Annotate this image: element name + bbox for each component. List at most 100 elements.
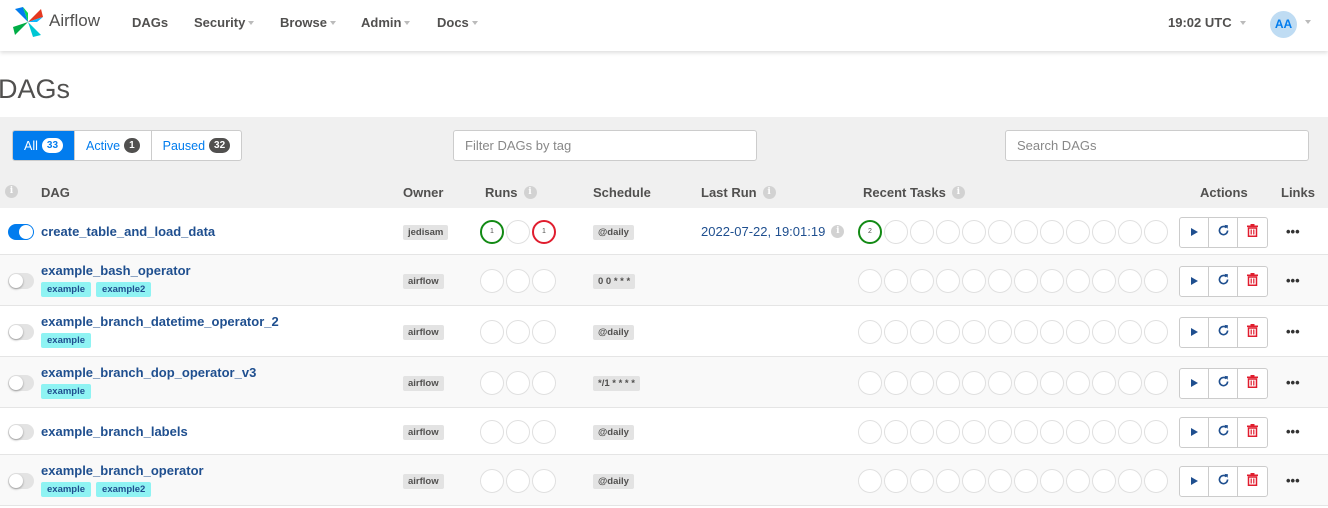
task-state-circle[interactable] bbox=[1014, 320, 1038, 344]
header-dag[interactable]: DAG bbox=[41, 185, 70, 200]
trigger-dag-button[interactable] bbox=[1180, 467, 1209, 496]
owner-badge[interactable]: airflow bbox=[403, 474, 444, 489]
nav-security[interactable]: Security bbox=[194, 15, 255, 30]
task-state-circle[interactable] bbox=[1118, 371, 1142, 395]
task-state-circle[interactable] bbox=[1118, 469, 1142, 493]
tag-filter-input[interactable] bbox=[453, 130, 757, 161]
task-state-circle[interactable] bbox=[1040, 269, 1064, 293]
pause-toggle[interactable] bbox=[8, 224, 34, 240]
task-state-circle[interactable] bbox=[1144, 320, 1168, 344]
owner-badge[interactable]: airflow bbox=[403, 325, 444, 340]
run-state-circle[interactable] bbox=[480, 371, 504, 395]
refresh-button[interactable] bbox=[1209, 369, 1238, 398]
task-state-circle[interactable] bbox=[962, 420, 986, 444]
header-owner[interactable]: Owner bbox=[403, 185, 443, 200]
info-icon[interactable]: i bbox=[5, 185, 18, 198]
task-state-circle[interactable] bbox=[936, 371, 960, 395]
task-state-circle[interactable] bbox=[936, 469, 960, 493]
dag-tag[interactable]: example bbox=[41, 282, 92, 297]
task-state-circle[interactable] bbox=[1092, 420, 1116, 444]
task-state-circle[interactable] bbox=[1014, 269, 1038, 293]
task-state-circle[interactable] bbox=[1066, 371, 1090, 395]
run-state-circle[interactable]: 1 bbox=[532, 220, 556, 244]
refresh-button[interactable] bbox=[1209, 267, 1238, 296]
task-state-circle[interactable] bbox=[988, 320, 1012, 344]
run-state-circle[interactable] bbox=[506, 371, 530, 395]
task-state-circle[interactable] bbox=[936, 320, 960, 344]
brand[interactable]: Airflow bbox=[11, 5, 100, 39]
task-state-circle[interactable] bbox=[1040, 220, 1064, 244]
task-state-circle[interactable] bbox=[1066, 469, 1090, 493]
task-state-circle[interactable] bbox=[1040, 469, 1064, 493]
task-state-circle[interactable] bbox=[962, 220, 986, 244]
task-state-circle[interactable] bbox=[1092, 320, 1116, 344]
user-avatar[interactable]: AA bbox=[1270, 11, 1297, 38]
run-state-circle[interactable] bbox=[506, 469, 530, 493]
run-state-circle[interactable] bbox=[532, 469, 556, 493]
task-state-circle[interactable] bbox=[988, 420, 1012, 444]
task-state-circle[interactable] bbox=[1118, 220, 1142, 244]
dag-link[interactable]: example_branch_labels bbox=[41, 424, 188, 439]
task-state-circle[interactable] bbox=[936, 220, 960, 244]
task-state-circle[interactable] bbox=[884, 269, 908, 293]
task-state-circle[interactable] bbox=[1118, 420, 1142, 444]
delete-dag-button[interactable] bbox=[1238, 267, 1267, 296]
filter-paused-button[interactable]: Paused 32 bbox=[152, 131, 242, 160]
task-state-circle[interactable] bbox=[910, 469, 934, 493]
task-state-circle[interactable] bbox=[1014, 220, 1038, 244]
task-state-circle[interactable] bbox=[936, 420, 960, 444]
task-state-circle[interactable] bbox=[962, 469, 986, 493]
dag-tag[interactable]: example2 bbox=[96, 482, 152, 497]
trigger-dag-button[interactable] bbox=[1180, 418, 1209, 447]
run-state-circle[interactable] bbox=[506, 420, 530, 444]
trigger-dag-button[interactable] bbox=[1180, 318, 1209, 347]
owner-badge[interactable]: airflow bbox=[403, 274, 444, 289]
task-state-circle[interactable] bbox=[1092, 469, 1116, 493]
run-state-circle[interactable] bbox=[480, 269, 504, 293]
task-state-circle[interactable] bbox=[1040, 420, 1064, 444]
run-state-circle[interactable]: 1 bbox=[480, 220, 504, 244]
task-state-circle[interactable] bbox=[988, 220, 1012, 244]
run-state-circle[interactable] bbox=[480, 469, 504, 493]
delete-dag-button[interactable] bbox=[1238, 318, 1267, 347]
info-icon[interactable]: i bbox=[951, 186, 965, 200]
task-state-circle[interactable] bbox=[1014, 371, 1038, 395]
task-state-circle[interactable] bbox=[1066, 320, 1090, 344]
dag-tag[interactable]: example bbox=[41, 482, 92, 497]
task-state-circle[interactable] bbox=[858, 469, 882, 493]
task-state-circle[interactable] bbox=[988, 371, 1012, 395]
task-state-circle[interactable] bbox=[910, 269, 934, 293]
info-icon[interactable]: i bbox=[523, 186, 537, 200]
schedule-badge[interactable]: @daily bbox=[593, 425, 634, 440]
schedule-badge[interactable]: @daily bbox=[593, 225, 634, 240]
run-state-circle[interactable] bbox=[532, 371, 556, 395]
schedule-badge[interactable]: 0 0 * * * bbox=[593, 274, 636, 289]
task-state-circle[interactable] bbox=[988, 469, 1012, 493]
nav-docs[interactable]: Docs bbox=[437, 15, 478, 30]
task-state-circle[interactable] bbox=[1014, 420, 1038, 444]
task-state-circle[interactable] bbox=[858, 269, 882, 293]
task-state-circle[interactable] bbox=[910, 371, 934, 395]
task-state-circle[interactable] bbox=[858, 320, 882, 344]
nav-dags[interactable]: DAGs bbox=[132, 15, 168, 30]
task-state-circle[interactable] bbox=[1040, 320, 1064, 344]
task-state-circle[interactable] bbox=[988, 269, 1012, 293]
links-menu-button[interactable]: ••• bbox=[1286, 375, 1300, 390]
links-menu-button[interactable]: ••• bbox=[1286, 273, 1300, 288]
owner-badge[interactable]: airflow bbox=[403, 376, 444, 391]
task-state-circle[interactable] bbox=[884, 469, 908, 493]
owner-badge[interactable]: airflow bbox=[403, 425, 444, 440]
dag-link[interactable]: example_branch_operator bbox=[41, 463, 204, 478]
schedule-badge[interactable]: */1 * * * * bbox=[593, 376, 640, 391]
task-state-circle[interactable] bbox=[1066, 420, 1090, 444]
delete-dag-button[interactable] bbox=[1238, 369, 1267, 398]
info-icon[interactable]: i bbox=[762, 186, 776, 200]
timezone-menu[interactable]: 19:02 UTC bbox=[1168, 15, 1246, 30]
task-state-circle[interactable] bbox=[1092, 371, 1116, 395]
task-state-circle[interactable] bbox=[1144, 269, 1168, 293]
pause-toggle[interactable] bbox=[8, 273, 34, 289]
delete-dag-button[interactable] bbox=[1238, 467, 1267, 496]
task-state-circle[interactable] bbox=[962, 269, 986, 293]
refresh-button[interactable] bbox=[1209, 418, 1238, 447]
task-state-circle[interactable] bbox=[884, 320, 908, 344]
